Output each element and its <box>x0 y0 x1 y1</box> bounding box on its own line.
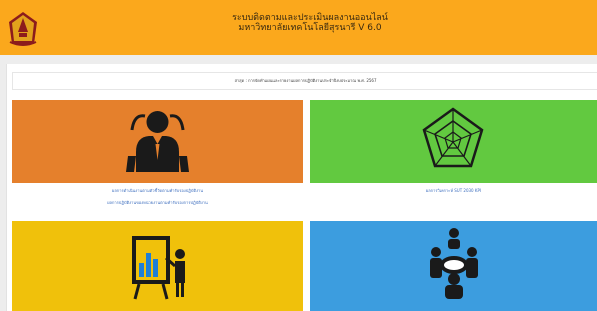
announcement-bar: ล่าสุด : การจัดทำแผนและรายงานผลการปฏิบัต… <box>12 72 597 90</box>
tile-meeting[interactable] <box>310 221 597 311</box>
app-header: ระบบติดตามและประเมินผลงานออนไลน์ มหาวิทย… <box>0 0 597 55</box>
link-unit-performance[interactable]: ผลการปฏิบัติงานของหน่วยงานตามคำรับรองการ… <box>12 199 303 206</box>
link-performance-indicators[interactable]: ผลการดำเนินงานตามตัวชี้วัดตามคำรับรองปฏิ… <box>12 187 303 194</box>
radar-chart-icon <box>422 107 484 168</box>
university-logo[interactable] <box>7 10 39 48</box>
presenter-person-icon <box>126 111 189 172</box>
meeting-group-icon <box>430 228 478 299</box>
announcement-text[interactable]: ล่าสุด : การจัดทำแผนและรายงานผลการปฏิบัต… <box>234 78 376 83</box>
tile-performance-indicators[interactable] <box>12 100 303 183</box>
link-sut2030-kpi[interactable]: ผลการวิเคราะห์ SUT 2030 KPI <box>310 187 597 194</box>
app-title: ระบบติดตามและประเมินผลงานออนไลน์ มหาวิทย… <box>150 13 470 33</box>
presentation-board-icon <box>132 236 185 300</box>
app-title-line-1: ระบบติดตามและประเมินผลงานออนไลน์ <box>232 13 388 23</box>
app-title-line-2: มหาวิทยาลัยเทคโนโลยีสุรนารี V 6.0 <box>238 23 382 33</box>
tile-presentation[interactable] <box>12 221 303 311</box>
tile-sut2030-kpi[interactable] <box>310 100 597 183</box>
